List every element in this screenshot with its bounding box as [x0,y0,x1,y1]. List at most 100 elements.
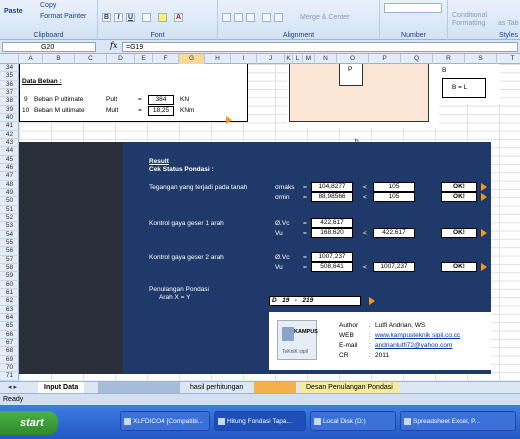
mult-value[interactable]: 18,25 [148,106,174,116]
column-header-h[interactable]: H [205,54,231,64]
tab-desain-penulangan[interactable]: Desan Penulangan Pondasi [300,382,399,393]
align-left-button[interactable] [222,13,231,22]
row-header[interactable]: 63 [0,306,19,314]
row-header[interactable]: 50 [0,197,19,206]
row-header[interactable]: 43 [0,139,19,148]
italic-button[interactable]: I [114,13,123,22]
column-header-r[interactable]: R [433,54,465,64]
number-format-select[interactable] [384,3,442,13]
column-header-k[interactable]: K [285,54,293,64]
column-header-p[interactable]: P [369,54,401,64]
column-header-j[interactable]: J [257,54,285,64]
start-button[interactable]: start [0,411,58,435]
g1-vc-value[interactable]: 422,617 [311,218,353,228]
g1-vu-value[interactable]: 168,620 [311,228,353,238]
fill-color-button[interactable] [158,13,167,22]
column-header-a[interactable]: A [19,54,43,64]
bold-button[interactable]: B [102,13,111,22]
tab-sheet4[interactable] [254,382,296,393]
row-header[interactable]: 44 [0,147,19,156]
web-link[interactable]: www.kampusteknik sipil.co.cc [375,332,460,339]
row-header[interactable]: 35 [0,72,19,81]
row-header[interactable]: 56 [0,247,19,256]
email-link[interactable]: andrianlutfi72@yahoo.com [375,342,452,349]
column-header-l[interactable]: L [293,54,303,64]
row-header[interactable]: 62 [0,297,19,306]
g1-limit[interactable]: 422,617 [373,228,415,238]
column-header-g[interactable]: G [179,54,205,64]
worksheet-grid[interactable]: Data Beban : 9 Beban P ultimate Pult = 3… [19,64,520,381]
smin-value[interactable]: 88,98566 [311,192,353,202]
row-header[interactable]: 70 [0,364,19,373]
row-header[interactable]: 69 [0,356,19,364]
row-header[interactable]: 52 [0,214,19,223]
smax-value[interactable]: 104,8277 [311,182,353,192]
g2-vc-value[interactable]: 1007,237 [311,252,353,262]
tulangan-arrow-icon[interactable] [369,297,375,305]
merge-center-button[interactable]: Merge & Center [300,14,349,21]
align-right-button[interactable] [246,13,255,22]
row-header[interactable]: 34 [0,64,19,73]
row-header[interactable]: 65 [0,322,19,331]
row-header[interactable]: 53 [0,222,19,231]
column-header-i[interactable]: I [231,54,257,64]
smax-limit[interactable]: 105 [373,182,415,192]
row-header[interactable]: 67 [0,339,19,348]
task-local-disk[interactable]: Local Disk (D:) [310,411,396,431]
decrease-indent-button[interactable] [262,13,271,22]
underline-button[interactable]: U [126,13,135,22]
next-arrow-icon[interactable] [226,116,232,124]
name-box[interactable]: G20 [2,42,96,52]
column-header-m[interactable]: M [303,54,315,64]
tulangan-value[interactable]: D 19 - 219 [269,296,361,306]
copy-button[interactable]: Copy [40,2,56,9]
task-xlfdico[interactable]: XLFDICO4 [Compatibi... [120,411,210,431]
row-header[interactable]: 49 [0,189,19,198]
row-header[interactable]: 58 [0,264,19,273]
column-header-q[interactable]: Q [401,54,433,64]
column-header-b[interactable]: B [43,54,75,64]
column-header-e[interactable]: E [135,54,153,64]
row-header[interactable]: 45 [0,156,19,164]
row-header[interactable]: 48 [0,181,19,189]
paste-button[interactable]: Paste [4,8,23,15]
format-as-table-button[interactable]: as Tab [498,20,519,27]
column-header-c[interactable]: C [75,54,107,64]
row-header[interactable]: 57 [0,256,19,264]
pult-value[interactable]: 384 [148,95,174,105]
row-header[interactable]: 64 [0,314,19,323]
smin-limit[interactable]: 105 [373,192,415,202]
row-header[interactable]: 41 [0,122,19,131]
smin-arrow-icon[interactable] [481,193,487,201]
row-header[interactable]: 51 [0,206,19,214]
fx-icon[interactable]: fx [110,41,117,50]
row-header[interactable]: 55 [0,239,19,248]
column-header-o[interactable]: O [337,54,369,64]
increase-indent-button[interactable] [274,13,283,22]
row-header[interactable]: 42 [0,131,19,139]
tab-nav-icon[interactable]: ◂ ▸ [2,382,23,393]
column-header-d[interactable]: D [107,54,135,64]
g2-arrow-icon[interactable] [481,263,487,271]
g2-limit[interactable]: 1007,237 [373,262,415,272]
column-header-t[interactable]: T [497,54,520,64]
format-painter-button[interactable]: Format Painter [40,13,86,20]
tab-input-data[interactable]: Input Data [38,382,85,393]
select-all-corner[interactable] [0,54,19,64]
g2-vu-value[interactable]: 508,641 [311,262,353,272]
row-header[interactable]: 61 [0,289,19,298]
row-header[interactable]: 36 [0,81,19,89]
column-header-n[interactable]: N [315,54,337,64]
row-header[interactable]: 68 [0,347,19,356]
borders-button[interactable] [142,13,151,22]
row-header[interactable]: 71 [0,372,19,381]
task-spreadsheet[interactable]: Spreadsheet Excel, P... [400,411,516,431]
align-center-button[interactable] [234,13,243,22]
tab-hasil-perhitungan[interactable]: hasil perhitungan [184,382,249,393]
row-header[interactable]: 37 [0,89,19,98]
row-header[interactable]: 54 [0,231,19,239]
row-header[interactable]: 46 [0,164,19,173]
formula-input[interactable]: =G19 [122,42,518,52]
g1-arrow-icon[interactable] [481,229,487,237]
row-header[interactable]: 40 [0,114,19,123]
